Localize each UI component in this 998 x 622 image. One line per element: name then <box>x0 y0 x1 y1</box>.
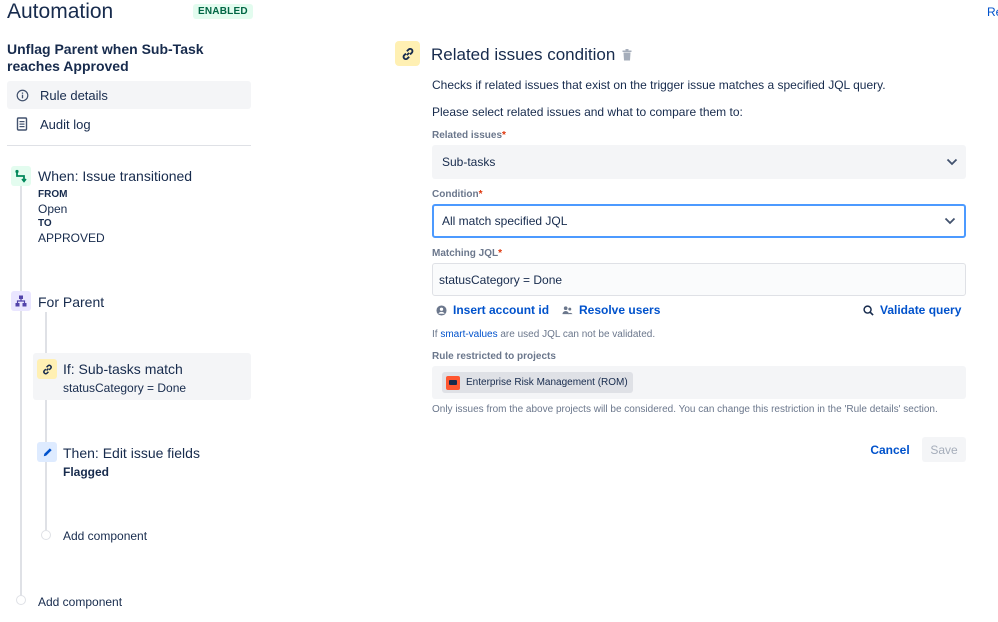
chevron-down-icon <box>944 214 956 228</box>
resolve-users-link[interactable]: Resolve users <box>562 303 660 317</box>
transition-icon <box>11 166 31 186</box>
app-title: Automation <box>7 0 114 23</box>
condition-select[interactable]: All match specified JQL <box>432 204 966 238</box>
matching-jql-label: Matching JQL* <box>432 248 503 259</box>
user-circle-icon <box>436 304 447 316</box>
sidebar-divider <box>7 145 251 146</box>
trigger-to-label: TO <box>38 218 52 229</box>
add-component-outer[interactable]: Add component <box>38 595 122 609</box>
insert-account-id-link[interactable]: Insert account id <box>436 303 549 317</box>
smart-values-link[interactable]: smart-values <box>440 329 497 340</box>
nav-rule-details[interactable]: Rule details <box>7 81 251 109</box>
trigger-to-value: APPROVED <box>38 231 105 245</box>
branch-title[interactable]: For Parent <box>38 294 104 310</box>
validate-query-link[interactable]: Validate query <box>863 303 961 317</box>
projects-note: Only issues from the above projects will… <box>432 404 938 415</box>
related-issues-label: Related issues* <box>432 130 506 141</box>
action-title[interactable]: Then: Edit issue fields <box>63 445 200 461</box>
pencil-icon <box>37 442 57 462</box>
action-detail: Flagged <box>63 465 110 479</box>
search-icon <box>863 304 874 316</box>
document-icon <box>15 117 29 131</box>
trigger-title[interactable]: When: Issue transitioned <box>38 168 192 184</box>
panel-description: Checks if related issues that exist on t… <box>432 78 886 92</box>
add-component-outer-dot <box>16 595 26 605</box>
condition-label: Condition* <box>432 189 483 200</box>
nav-audit-log-label: Audit log <box>40 116 91 132</box>
nav-audit-log[interactable]: Audit log <box>7 110 251 138</box>
link-icon <box>37 359 57 379</box>
related-issues-select[interactable]: Sub-tasks <box>432 145 966 179</box>
condition-detail: statusCategory = Done <box>63 381 187 395</box>
status-badge: ENABLED <box>193 4 253 19</box>
project-chip: Enterprise Risk Management (ROM) <box>442 372 633 393</box>
timeline-inner-line <box>45 312 47 530</box>
panel-title: Related issues condition <box>431 45 616 64</box>
users-icon <box>562 305 573 316</box>
nav-rule-details-label: Rule details <box>40 87 108 103</box>
cancel-button[interactable]: Cancel <box>866 437 914 462</box>
trash-icon[interactable] <box>622 48 632 66</box>
trigger-from-value: Open <box>38 202 68 216</box>
projects-label: Rule restricted to projects <box>432 351 556 362</box>
smart-values-hint: If smart-values are used JQL can not be … <box>432 329 656 340</box>
matching-jql-input[interactable]: statusCategory = Done <box>432 263 966 296</box>
trigger-from-label: FROM <box>38 189 68 200</box>
timeline-outer-line <box>20 185 22 597</box>
save-button[interactable]: Save <box>922 437 966 462</box>
top-right-link[interactable]: Re <box>987 5 998 19</box>
project-avatar-icon <box>446 375 460 390</box>
info-icon <box>15 88 29 102</box>
add-component-inner[interactable]: Add component <box>63 529 147 543</box>
panel-instruction: Please select related issues and what to… <box>432 105 743 119</box>
hierarchy-icon <box>11 291 31 311</box>
chevron-down-icon <box>946 155 958 169</box>
condition-title[interactable]: If: Sub-tasks match <box>63 361 183 377</box>
project-chip-label: Enterprise Risk Management (ROM) <box>466 377 628 388</box>
related-issues-value: Sub-tasks <box>442 155 496 169</box>
add-component-inner-dot <box>41 530 51 540</box>
rule-name: Unflag Parent when Sub-Task reaches Appr… <box>7 41 204 74</box>
link-icon <box>395 41 420 66</box>
condition-value: All match specified JQL <box>442 214 568 228</box>
